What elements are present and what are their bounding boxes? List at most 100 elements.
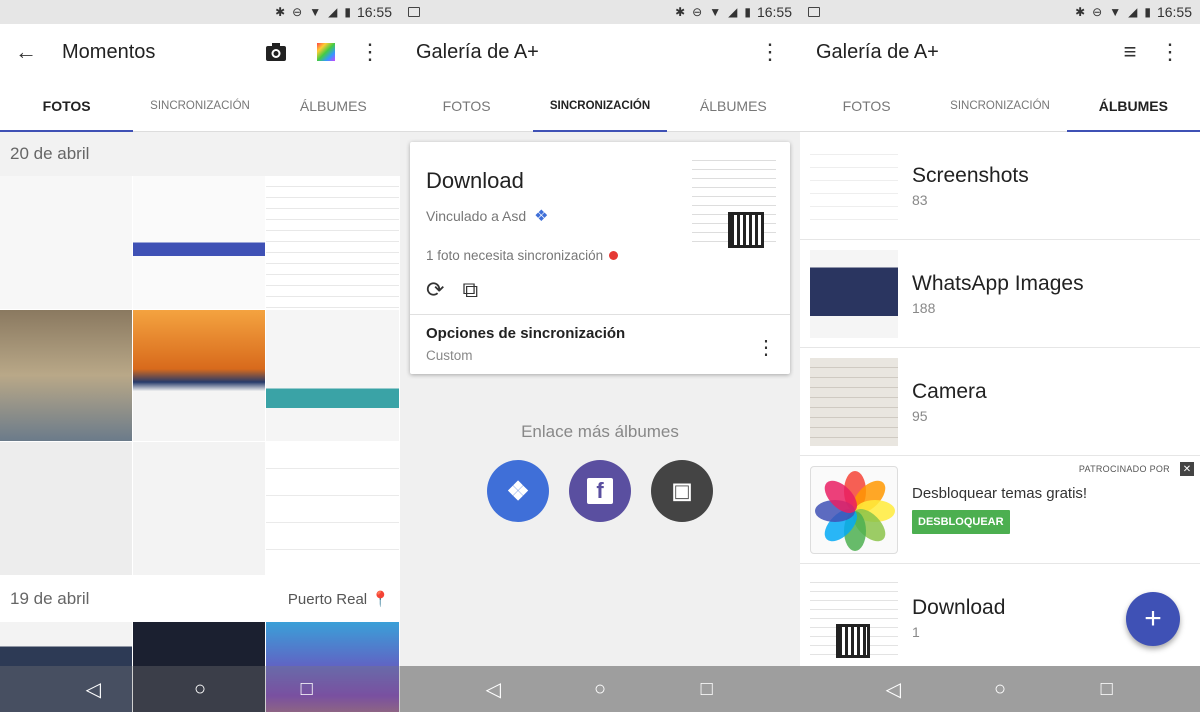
tab-sincronizacion[interactable]: SINCRONIZACIÓN [533,80,667,132]
recents-nav-icon[interactable]: □ [1095,677,1119,701]
date-header: 20 de abril [0,132,400,176]
sync-folder-card: Download Vinculado a Asd ❖ 1 foto necesi… [410,142,790,374]
album-name: Screenshots [912,163,1029,187]
sponsored-ad: Desbloquear temas gratis! DESBLOQUEAR PA… [800,456,1200,564]
photo-thumbnail[interactable] [133,176,266,310]
wifi-icon: ▼ [709,5,722,19]
screen-sincronizacion: ✱ ⊖ ▼ ◢ ▮ 16:55 Galería de A+ ⋮ FOTOS SI… [400,0,800,712]
album-cover [810,573,898,662]
facebook-icon: f [587,478,613,504]
tab-albumes[interactable]: ÁLBUMES [1066,80,1200,132]
battery-icon: ▮ [344,5,351,19]
photo-thumbnail[interactable] [266,176,400,310]
back-nav-icon[interactable]: ◁ [81,677,105,701]
screen-momentos: ✱ ⊖ ▼ ◢ ▮ 16:55 ← Momentos ⋮ FOTOS SINCR… [0,0,400,712]
service-buttons: ❖ f ▣ [400,460,800,522]
plus-icon: + [1144,602,1162,635]
screen-albumes: ✱ ⊖ ▼ ◢ ▮ 16:55 Galería de A+ ≡ ⋮ FOTOS … [800,0,1200,712]
signal-icon: ◢ [328,5,338,19]
dropbox-button[interactable]: ❖ [487,460,549,522]
color-palette-icon[interactable] [308,34,344,70]
card-actions: ⟳ ⧉ [426,277,774,303]
sync-icon[interactable]: ⟳ [426,277,444,303]
sync-options[interactable]: Opciones de sincronización Custom ⋮ [410,314,790,374]
status-time: 16:55 [756,4,792,20]
tab-bar: FOTOS SINCRONIZACIÓN ÁLBUMES [0,80,400,132]
photo-thumbnail[interactable] [133,442,266,576]
tab-albumes[interactable]: ÁLBUMES [667,80,800,131]
album-item[interactable]: WhatsApp Images 188 [800,240,1200,348]
amazon-button[interactable]: ▣ [651,460,713,522]
status-time: 16:55 [356,4,392,20]
toolbar: Galería de A+ ≡ ⋮ [800,24,1200,80]
section-location: Puerto Real 📍 [287,591,390,608]
status-bar: ✱ ⊖ ▼ ◢ ▮ 16:55 [800,0,1200,24]
options-value: Custom [426,348,473,363]
screens-container: ✱ ⊖ ▼ ◢ ▮ 16:55 ← Momentos ⋮ FOTOS SINCR… [0,0,1200,712]
photo-thumbnail[interactable] [0,176,133,310]
recents-nav-icon[interactable]: □ [295,677,319,701]
tab-bar: FOTOS SINCRONIZACIÓN ÁLBUMES [400,80,800,132]
facebook-button[interactable]: f [569,460,631,522]
tab-fotos[interactable]: FOTOS [800,80,933,131]
overflow-menu-icon[interactable]: ⋮ [752,34,788,70]
tab-sincronizacion[interactable]: SINCRONIZACIÓN [933,80,1066,131]
battery-icon: ▮ [744,5,751,19]
home-nav-icon[interactable]: ○ [988,677,1012,701]
card-header: Download Vinculado a Asd ❖ 1 foto necesi… [410,142,790,314]
album-cover [810,249,898,338]
dnd-icon: ⊖ [292,5,303,19]
photo-thumbnail[interactable] [0,310,133,442]
nav-bar: ◁ ○ □ [800,666,1200,712]
unlock-button[interactable]: DESBLOQUEAR [912,510,1010,534]
album-count: 188 [912,299,936,316]
sort-icon[interactable]: ≡ [1112,34,1148,70]
album-cover [810,357,898,446]
album-item[interactable]: Camera 95 [800,348,1200,456]
tab-fotos[interactable]: FOTOS [0,80,134,132]
tab-albumes[interactable]: ÁLBUMES [267,80,400,131]
bluetooth-icon: ✱ [275,5,286,19]
photo-thumbnail[interactable] [0,442,133,576]
location-pin-icon: 📍 [371,591,390,608]
options-menu-icon[interactable]: ⋮ [756,335,776,360]
link-more-albums-label: Enlace más álbumes [521,422,679,441]
sponsored-label: PATROCINADO POR [1078,464,1170,474]
alert-dot [609,251,619,260]
back-nav-icon[interactable]: ◁ [481,677,505,701]
overflow-menu-icon[interactable]: ⋮ [1152,34,1188,70]
nav-bar: ◁ ○ □ [400,666,800,712]
status-time: 16:55 [1156,4,1192,20]
dnd-icon: ⊖ [1092,5,1103,19]
photo-thumbnail[interactable] [266,310,400,442]
back-nav-icon[interactable]: ◁ [881,677,905,701]
nav-bar: ◁ ○ □ [0,666,400,712]
open-external-icon[interactable]: ⧉ [462,277,478,303]
options-title: Opciones de sincronización [426,325,626,342]
album-count: 1 [912,623,920,640]
qr-code-image [728,212,764,248]
add-album-button[interactable]: + [1126,592,1180,646]
photo-thumbnail[interactable] [266,442,400,576]
signal-icon: ◢ [1128,5,1138,19]
album-name: Download [912,595,1006,619]
home-nav-icon[interactable]: ○ [188,677,212,701]
amazon-icon: ▣ [671,478,693,503]
wifi-icon: ▼ [1109,5,1122,19]
tab-fotos[interactable]: FOTOS [400,80,533,131]
overflow-menu-icon[interactable]: ⋮ [352,34,388,70]
card-sync-status: 1 foto necesita sincronización [426,248,774,263]
recents-nav-icon[interactable]: □ [695,677,719,701]
tab-sincronizacion[interactable]: SINCRONIZACIÓN [133,80,266,131]
page-title: Galería de A+ [416,40,539,63]
section-date: 19 de abril [10,589,90,608]
ad-app-icon [810,465,898,554]
close-ad-icon[interactable]: ✕ [1180,462,1194,476]
home-nav-icon[interactable]: ○ [588,677,612,701]
status-bar: ✱ ⊖ ▼ ◢ ▮ 16:55 [400,0,800,24]
back-arrow-icon[interactable]: ← [8,34,44,70]
album-item[interactable]: Screenshots 83 [800,132,1200,240]
toolbar: Galería de A+ ⋮ [400,24,800,80]
photo-thumbnail[interactable] [133,310,266,442]
camera-icon[interactable] [258,34,294,70]
